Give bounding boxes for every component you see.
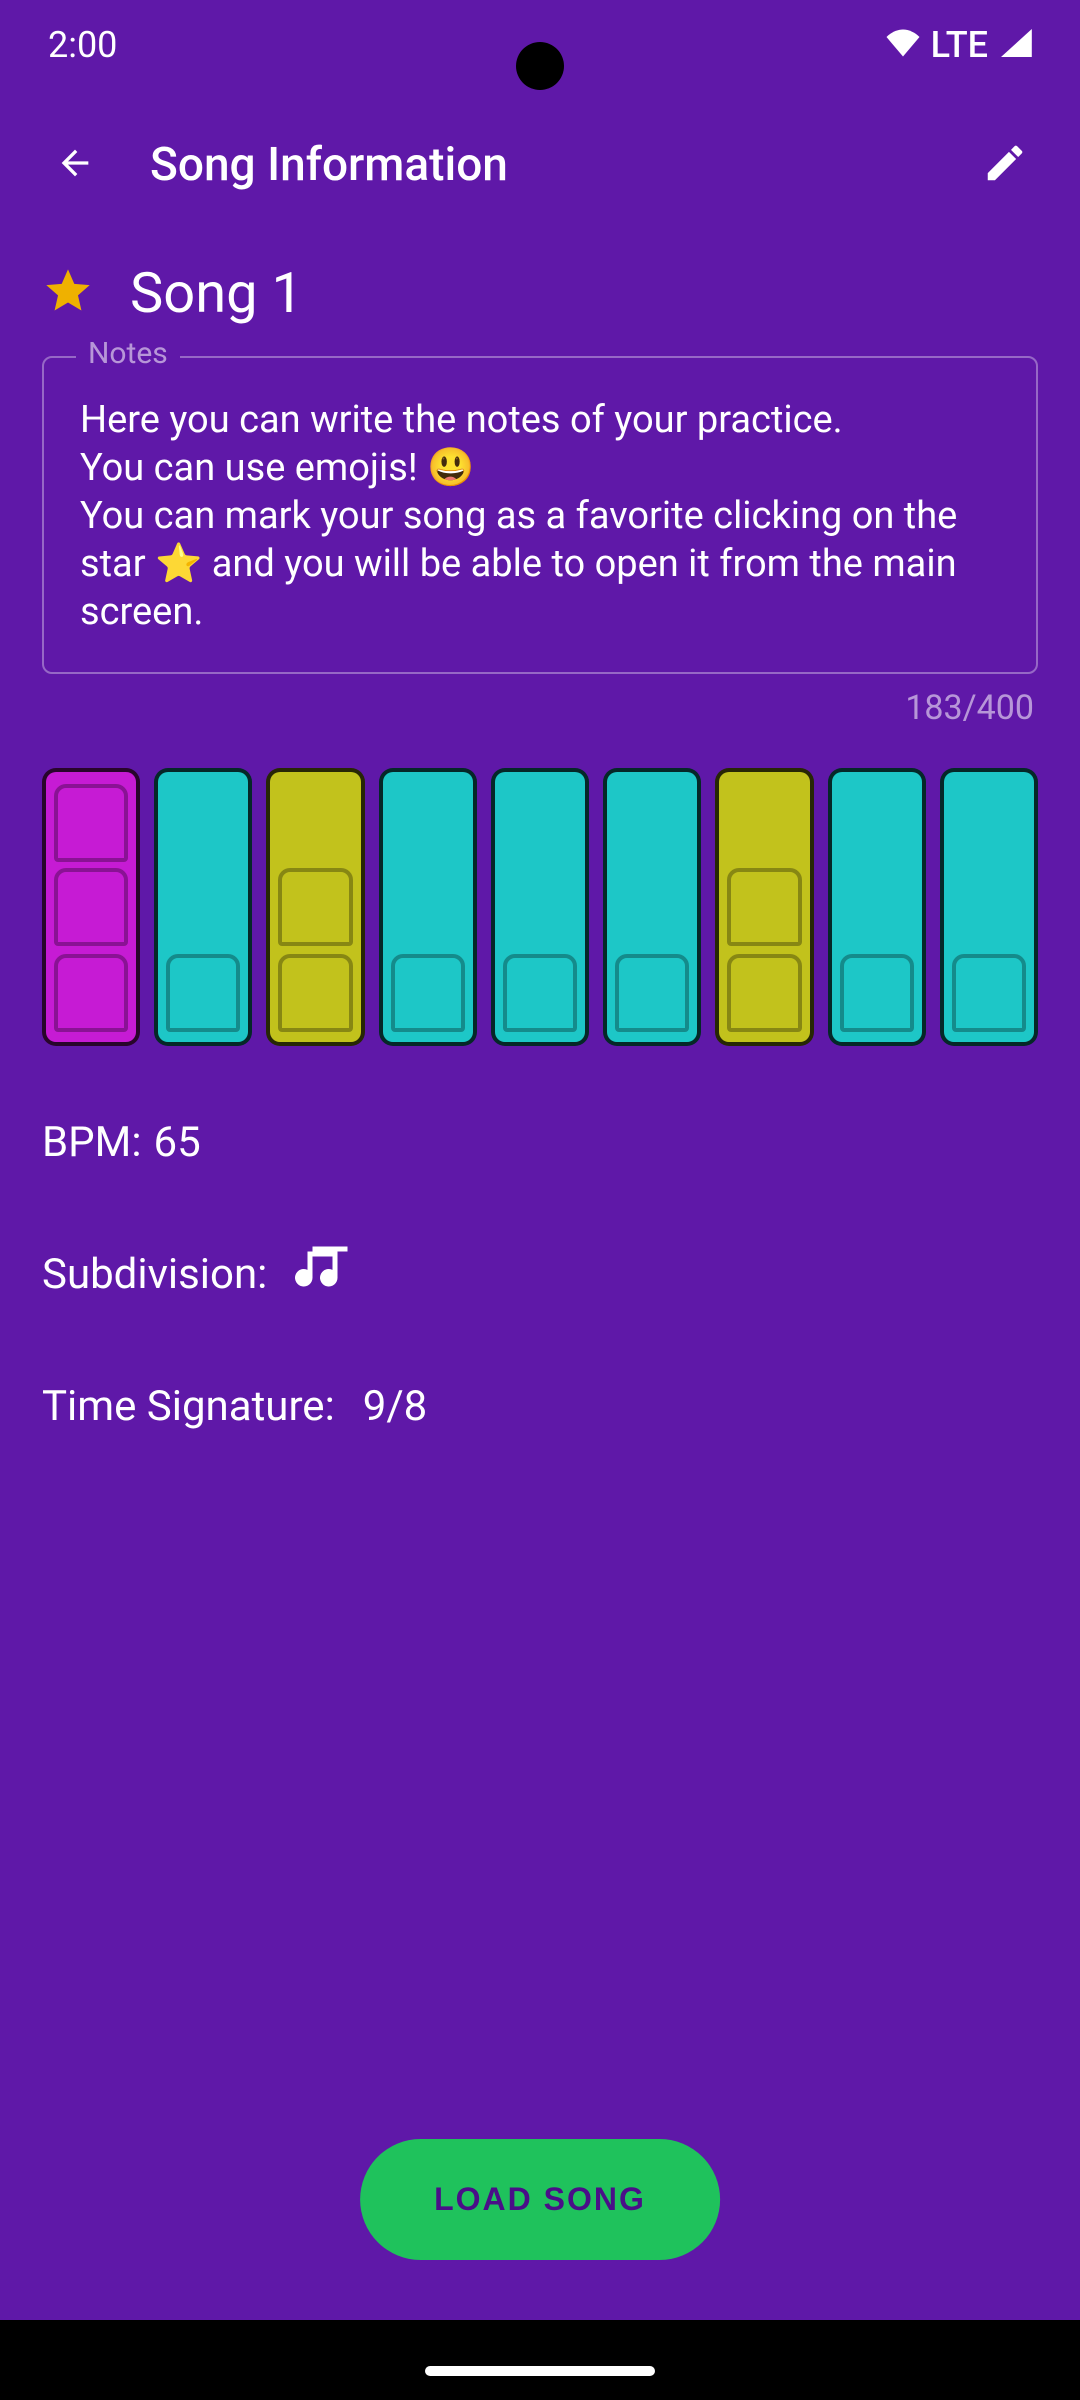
network-label: LTE bbox=[931, 24, 988, 66]
beat-segment bbox=[54, 954, 128, 1032]
beat-2[interactable] bbox=[154, 768, 252, 1046]
cell-icon bbox=[998, 24, 1032, 66]
beat-segment bbox=[278, 954, 352, 1032]
bpm-label: BPM: bbox=[42, 1118, 142, 1167]
bpm-row: BPM: 65 bbox=[0, 1118, 1080, 1167]
status-right: LTE bbox=[885, 24, 1032, 66]
beat-segment bbox=[278, 868, 352, 946]
time-signature-label: Time Signature: bbox=[42, 1382, 335, 1431]
beat-segment bbox=[391, 954, 465, 1032]
notes-text: Here you can write the notes of your pra… bbox=[80, 396, 1000, 636]
favorite-toggle[interactable] bbox=[42, 265, 94, 321]
notes-label: Notes bbox=[76, 336, 180, 371]
system-nav-bar bbox=[0, 2320, 1080, 2400]
wifi-icon bbox=[885, 24, 921, 66]
beat-segment bbox=[166, 954, 240, 1032]
notes-field[interactable]: Notes Here you can write the notes of yo… bbox=[42, 356, 1038, 674]
time-signature-value: 9/8 bbox=[363, 1382, 428, 1431]
beat-segment bbox=[952, 954, 1026, 1032]
nav-handle[interactable] bbox=[425, 2366, 655, 2376]
pencil-icon bbox=[982, 140, 1028, 190]
back-button[interactable] bbox=[30, 120, 120, 210]
subdivision-row: Subdivision: bbox=[0, 1239, 1080, 1310]
beat-segment bbox=[54, 784, 128, 862]
beat-5[interactable] bbox=[491, 768, 589, 1046]
status-time: 2:00 bbox=[48, 24, 117, 66]
beat-9[interactable] bbox=[940, 768, 1038, 1046]
beat-segment bbox=[54, 868, 128, 946]
beat-segment bbox=[727, 954, 801, 1032]
bpm-value: 65 bbox=[154, 1118, 201, 1167]
song-name: Song 1 bbox=[130, 260, 303, 326]
beat-pattern bbox=[0, 728, 1080, 1046]
beat-6[interactable] bbox=[603, 768, 701, 1046]
beat-segment bbox=[615, 954, 689, 1032]
beat-1[interactable] bbox=[42, 768, 140, 1046]
time-signature-row: Time Signature: 9/8 bbox=[0, 1382, 1080, 1431]
camera-hole bbox=[516, 42, 564, 90]
beat-8[interactable] bbox=[828, 768, 926, 1046]
beamed-note-icon bbox=[295, 1239, 355, 1310]
beat-segment bbox=[503, 954, 577, 1032]
beat-7[interactable] bbox=[715, 768, 813, 1046]
page-title: Song Information bbox=[150, 138, 960, 192]
beat-segment bbox=[727, 868, 801, 946]
beat-segment bbox=[840, 954, 914, 1032]
subdivision-label: Subdivision: bbox=[42, 1250, 267, 1299]
notes-counter: 183/400 bbox=[46, 688, 1034, 728]
beat-4[interactable] bbox=[379, 768, 477, 1046]
edit-button[interactable] bbox=[960, 120, 1050, 210]
load-song-button[interactable]: LOAD SONG bbox=[360, 2139, 720, 2260]
app-bar: Song Information bbox=[0, 90, 1080, 240]
beat-3[interactable] bbox=[266, 768, 364, 1046]
arrow-left-icon bbox=[55, 143, 95, 187]
